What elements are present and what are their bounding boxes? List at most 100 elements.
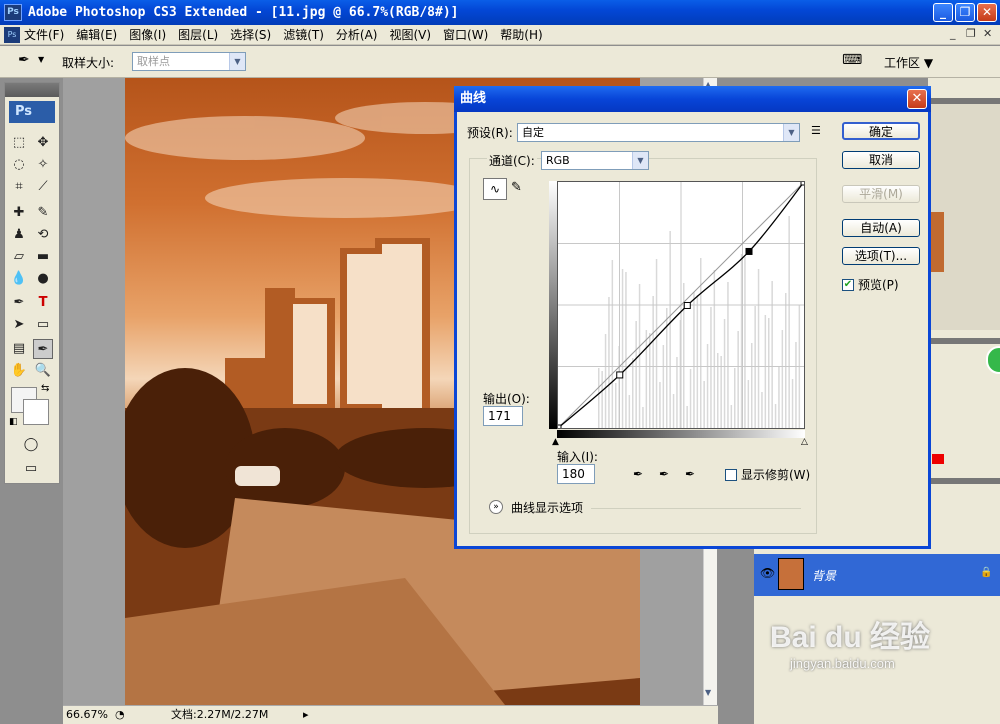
menu-item-7[interactable]: 视图(V) (389, 25, 431, 45)
navigator-panel (928, 98, 1000, 330)
brush-tool-icon[interactable]: ✎ (33, 203, 53, 223)
ok-button[interactable]: 确定 (842, 122, 920, 140)
default-colors-icon[interactable]: ◧ (9, 417, 18, 427)
preset-value: 自定 (522, 126, 544, 139)
menu-item-1[interactable]: 编辑(E) (76, 25, 117, 45)
output-label: 输出(O): (483, 392, 530, 406)
close-button[interactable]: ✕ (977, 3, 997, 22)
white-eyedropper-icon[interactable]: ✒ (683, 466, 697, 482)
histogram-bar (768, 318, 770, 428)
pencil-tool-icon[interactable]: ✎ (511, 180, 522, 195)
workspace-menu[interactable]: 工作区 ▼ (884, 54, 933, 71)
curve-edit-tool-icon[interactable]: ∿ (483, 178, 507, 200)
eyedropper-icon[interactable]: ✒ (18, 52, 30, 68)
histogram-bar (689, 369, 692, 428)
app-icon: Ps (4, 4, 22, 21)
right-panels: 👁 背景 🔒 (754, 78, 1000, 724)
screen-mode-icon[interactable]: ▭ (21, 459, 41, 479)
healing-brush-tool-icon[interactable]: ✚ (9, 203, 29, 223)
palette-well-icon[interactable]: ⌨ (842, 52, 862, 68)
curve-graph[interactable] (557, 181, 805, 429)
status-info-icon[interactable]: ◔ (115, 706, 125, 724)
black-eyedropper-icon[interactable]: ✒ (631, 466, 645, 482)
zoom-tool-icon[interactable]: 🔍 (33, 361, 53, 381)
status-menu-arrow-icon[interactable]: ▸ (303, 706, 309, 724)
histogram-bar (795, 342, 797, 428)
preview-checkbox[interactable]: ✔ (842, 279, 854, 291)
histogram-bar (747, 380, 750, 428)
move-tool-icon[interactable]: ✥ (33, 133, 53, 153)
curve-display-options-label[interactable]: 曲线显示选项 (511, 501, 583, 515)
menu-item-3[interactable]: 图层(L) (178, 25, 218, 45)
histogram-bar (672, 394, 675, 428)
gray-eyedropper-icon[interactable]: ✒ (657, 466, 671, 482)
background-color-swatch[interactable] (23, 399, 49, 425)
eraser-tool-icon[interactable]: ▱ (9, 247, 29, 267)
minimize-button[interactable]: _ (933, 3, 953, 22)
sample-size-value: 取样点 (137, 55, 170, 68)
preset-options-icon[interactable]: ☰ (811, 124, 821, 137)
menu-item-0[interactable]: 文件(F) (24, 25, 64, 45)
zoom-level[interactable]: 66.67% (66, 706, 108, 724)
sample-size-label: 取样大小: (62, 56, 115, 70)
type-tool-icon[interactable]: T (33, 293, 53, 313)
mdi-restore-icon[interactable]: ❐ (966, 27, 976, 40)
preset-select[interactable]: 自定 ▼ (517, 123, 800, 142)
options-button[interactable]: 选项(T)... (842, 247, 920, 265)
restore-button[interactable]: ❐ (955, 3, 975, 22)
blur-tool-icon[interactable]: 💧 (9, 269, 29, 289)
chevron-down-icon: ▼ (783, 124, 799, 141)
scroll-down-icon[interactable]: ▼ (705, 688, 716, 700)
history-brush-tool-icon[interactable]: ⟲ (33, 225, 53, 245)
histogram-bar (744, 257, 746, 428)
channel-value: RGB (546, 154, 570, 167)
slice-tool-icon[interactable]: ⟋ (33, 177, 53, 197)
gradient-tool-icon[interactable]: ▬ (33, 247, 53, 267)
cancel-button[interactable]: 取消 (842, 151, 920, 169)
eyedropper-tool-icon[interactable]: ✒ (33, 339, 53, 359)
status-bar: 66.67% ◔ 文档:2.27M/2.27M ▸ (63, 705, 718, 724)
input-field[interactable]: 180 (557, 464, 595, 484)
magic-wand-tool-icon[interactable]: ✧ (33, 155, 53, 175)
menu-item-2[interactable]: 图像(I) (129, 25, 166, 45)
path-selection-tool-icon[interactable]: ➤ (9, 315, 29, 335)
histogram-bar (700, 258, 702, 428)
menu-item-6[interactable]: 分析(A) (336, 25, 378, 45)
layer-row[interactable]: 👁 背景 🔒 (754, 554, 1000, 596)
close-icon[interactable]: ✕ (907, 89, 927, 109)
marquee-tool-icon[interactable]: ⬚ (9, 133, 29, 153)
channel-select[interactable]: RGB ▼ (541, 151, 649, 170)
tool-preset-arrow-icon[interactable]: ▼ (38, 55, 44, 64)
menu-item-5[interactable]: 滤镜(T) (283, 25, 324, 45)
eye-icon[interactable]: 👁 (760, 566, 775, 580)
mdi-close-icon[interactable]: ✕ (983, 27, 992, 40)
swap-colors-icon[interactable]: ⇆ (41, 383, 49, 394)
notes-tool-icon[interactable]: ▤ (9, 339, 29, 359)
crop-tool-icon[interactable]: ⌗ (9, 177, 29, 197)
quick-mask-icon[interactable]: ◯ (21, 435, 41, 455)
title-bar: Ps Adobe Photoshop CS3 Extended - [11.jp… (0, 0, 1000, 25)
histogram-bar (621, 269, 624, 428)
white-point-slider-icon[interactable]: △ (801, 437, 808, 447)
menu-item-4[interactable]: 选择(S) (230, 25, 271, 45)
curves-dialog-titlebar[interactable]: 曲线 ✕ (454, 86, 931, 112)
black-point-slider-icon[interactable]: ▲ (552, 437, 559, 447)
menu-item-9[interactable]: 帮助(H) (500, 25, 542, 45)
color-swatch[interactable] (932, 454, 944, 464)
histogram-bar (757, 269, 760, 428)
output-field[interactable]: 171 (483, 406, 523, 426)
lasso-tool-icon[interactable]: ◌ (9, 155, 29, 175)
menu-item-8[interactable]: 窗口(W) (443, 25, 488, 45)
mdi-minimize-icon[interactable]: _ (950, 27, 956, 40)
sample-size-select[interactable]: 取样点 ▼ (132, 52, 246, 71)
auto-button[interactable]: 自动(A) (842, 219, 920, 237)
expand-options-icon[interactable]: » (489, 500, 503, 514)
pen-tool-icon[interactable]: ✒ (9, 293, 29, 313)
show-clipping-checkbox[interactable] (725, 469, 737, 481)
dodge-tool-icon[interactable]: ● (33, 269, 53, 289)
tools-panel-header[interactable] (5, 83, 59, 97)
hand-tool-icon[interactable]: ✋ (9, 361, 29, 381)
shape-tool-icon[interactable]: ▭ (33, 315, 53, 335)
smooth-button[interactable]: 平滑(M) (842, 185, 920, 203)
clone-stamp-tool-icon[interactable]: ♟ (9, 225, 29, 245)
